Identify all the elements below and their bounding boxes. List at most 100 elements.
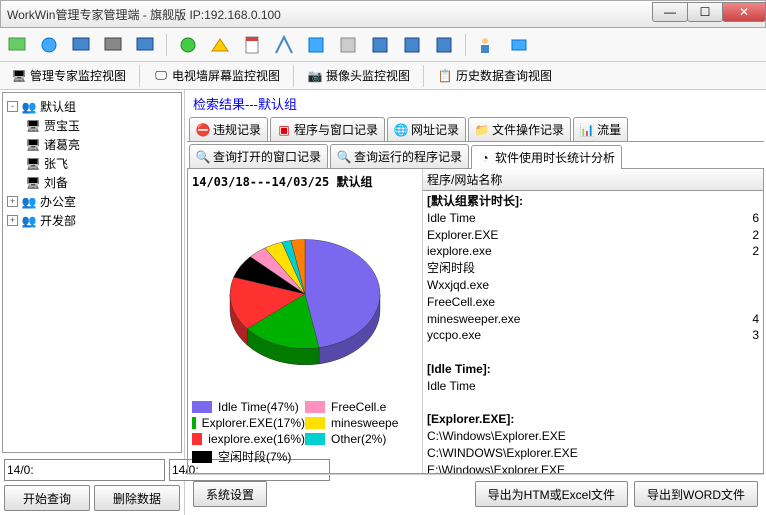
tab-url[interactable]: 🌐 网址记录 — [387, 117, 466, 141]
list-item[interactable]: Idle Time — [427, 378, 759, 395]
date-from-input[interactable] — [4, 459, 165, 481]
export-htm-excel-button[interactable]: 导出为HTM或Excel文件 — [475, 481, 628, 507]
toolbar-icon-2[interactable] — [36, 32, 62, 58]
tree-node-group[interactable]: + 👥 办公室 — [7, 192, 177, 211]
subtab-usage-stats[interactable]: ◔ 软件使用时长统计分析 — [471, 145, 622, 169]
list-item[interactable]: Wxxjqd.exe — [427, 277, 759, 294]
tab-label: 查询打开的窗口记录 — [213, 148, 321, 165]
list-item[interactable]: Explorer.EXE2 — [427, 227, 759, 244]
monitor-icon: 🖥 — [11, 68, 27, 84]
start-query-button[interactable]: 开始查询 — [4, 485, 90, 511]
expand-icon[interactable]: + — [7, 196, 18, 207]
titlebar: WorkWin管理专家管理端 - 旗舰版 IP:192.168.0.100 — … — [0, 0, 766, 28]
list-body[interactable]: [默认组累计时长]:Idle Time6Explorer.EXE2iexplor… — [423, 191, 763, 473]
legend-item: minesweepe — [305, 416, 418, 430]
chart-column: 14/03/18---14/03/25 默认组 Idle Time(47%)Fr… — [188, 169, 423, 473]
list-section-header: [Explorer.EXE]: — [427, 411, 759, 428]
toolbar-icon-11[interactable] — [335, 32, 361, 58]
pie-icon: ◔ — [478, 151, 492, 165]
toolbar-icon-15[interactable] — [474, 32, 500, 58]
toolbar-icon-8[interactable] — [239, 32, 265, 58]
legend-item: 空闲时段(7%) — [192, 448, 305, 465]
subtab-program-records[interactable]: 🔍 查询运行的程序记录 — [330, 144, 469, 168]
tree-node-user[interactable]: 🖥 张飞 — [25, 154, 177, 173]
toolbar-icon-12[interactable] — [367, 32, 393, 58]
window-icon: ▣ — [277, 123, 291, 137]
legend-item: Other(2%) — [305, 432, 418, 446]
minimize-button[interactable]: — — [652, 2, 688, 22]
legend-swatch — [305, 433, 325, 445]
list-section-header: [默认组累计时长]: — [427, 193, 759, 210]
toolbar-icon-10[interactable] — [303, 32, 329, 58]
toolbar-icon-4[interactable] — [100, 32, 126, 58]
tree-label: 办公室 — [40, 193, 76, 210]
tree-node-group[interactable]: + 👥 开发部 — [7, 211, 177, 230]
toolbar-icon-16[interactable] — [506, 32, 532, 58]
legend-item: FreeCell.e — [305, 400, 418, 414]
tree-node-user[interactable]: 🖥 刘备 — [25, 173, 177, 192]
toolbar-icon-13[interactable] — [399, 32, 425, 58]
tab-label: 流量 — [597, 121, 621, 138]
group-icon: 👥 — [21, 99, 37, 115]
view-tab-monitor[interactable]: 🖥 管理专家监控视图 — [4, 64, 133, 87]
subtab-window-records[interactable]: 🔍 查询打开的窗口记录 — [189, 144, 328, 168]
list-item[interactable]: minesweeper.exe4 — [427, 311, 759, 328]
tab-label: 违规记录 — [213, 121, 261, 138]
view-tab-history[interactable]: 📋 历史数据查询视图 — [430, 64, 559, 87]
search-result-header: 检索结果---默认组 — [187, 92, 764, 115]
close-button[interactable]: ✕ — [722, 2, 766, 22]
tree-node-root[interactable]: - 👥 默认组 — [7, 97, 177, 116]
legend-label: Other(2%) — [331, 432, 386, 446]
group-tree[interactable]: - 👥 默认组 🖥 贾宝玉 🖥 诸葛亮 🖥 张飞 🖥 — [2, 92, 182, 453]
chart-title: 14/03/18---14/03/25 默认组 — [188, 169, 422, 194]
toolbar-icon-6[interactable] — [175, 32, 201, 58]
toolbar-icon-7[interactable] — [207, 32, 233, 58]
record-tabs: ⛔ 违规记录 ▣ 程序与窗口记录 🌐 网址记录 📁 文件操作记录 📊 流量 — [187, 115, 764, 142]
maximize-button[interactable]: ☐ — [687, 2, 723, 22]
list-item[interactable]: E:\Windows\Explorer.EXE — [427, 462, 759, 473]
camera-icon: 📷 — [307, 68, 323, 84]
legend-label: iexplore.exe(16%) — [208, 432, 305, 446]
list-item[interactable]: Idle Time6 — [427, 210, 759, 227]
tree-node-user[interactable]: 🖥 诸葛亮 — [25, 135, 177, 154]
tab-file-ops[interactable]: 📁 文件操作记录 — [468, 117, 571, 141]
tab-label: 查询运行的程序记录 — [354, 148, 462, 165]
chart-icon: 📊 — [580, 123, 594, 137]
list-item[interactable]: yccpo.exe3 — [427, 327, 759, 344]
legend-label: Explorer.EXE(17%) — [202, 416, 305, 430]
tab-label: 摄像头监控视图 — [326, 67, 410, 84]
delete-data-button[interactable]: 删除数据 — [94, 485, 180, 511]
list-item[interactable]: C:\Windows\Explorer.EXE — [427, 428, 759, 445]
expand-icon[interactable]: + — [7, 215, 18, 226]
export-word-button[interactable]: 导出到WORD文件 — [634, 481, 758, 507]
pie-chart — [188, 194, 422, 394]
view-tab-camera[interactable]: 📷 摄像头监控视图 — [300, 64, 417, 87]
toolbar-icon-5[interactable] — [132, 32, 158, 58]
tab-violation[interactable]: ⛔ 违规记录 — [189, 117, 268, 141]
footer-buttons: 系统设置 导出为HTM或Excel文件 导出到WORD文件 — [187, 474, 764, 513]
toolbar-icon-14[interactable] — [431, 32, 457, 58]
toolbar-icon-3[interactable] — [68, 32, 94, 58]
list-section-header: [Idle Time]: — [427, 361, 759, 378]
expand-icon[interactable]: - — [7, 101, 18, 112]
view-tab-tvwall[interactable]: 🖵 电视墙屏幕监控视图 — [146, 64, 287, 87]
tab-label: 网址记录 — [411, 121, 459, 138]
computer-icon: 🖥 — [25, 175, 41, 191]
toolbar-icon-1[interactable] — [4, 32, 30, 58]
list-item[interactable]: iexplore.exe2 — [427, 243, 759, 260]
toolbar-icon-9[interactable] — [271, 32, 297, 58]
computer-icon: 🖥 — [25, 137, 41, 153]
tab-label: 管理专家监控视图 — [30, 67, 126, 84]
legend-swatch — [305, 401, 325, 413]
tvwall-icon: 🖵 — [153, 68, 169, 84]
system-settings-button[interactable]: 系统设置 — [193, 481, 267, 507]
list-item[interactable]: C:\WINDOWS\Explorer.EXE — [427, 445, 759, 462]
tab-program-window[interactable]: ▣ 程序与窗口记录 — [270, 117, 385, 141]
tree-node-user[interactable]: 🖥 贾宝玉 — [25, 116, 177, 135]
tab-traffic[interactable]: 📊 流量 — [573, 117, 628, 141]
list-item[interactable]: FreeCell.exe — [427, 294, 759, 311]
list-item[interactable]: 空闲时段 — [427, 260, 759, 277]
tree-label: 张飞 — [44, 155, 68, 172]
tab-label: 电视墙屏幕监控视图 — [172, 67, 280, 84]
legend-item: Idle Time(47%) — [192, 400, 305, 414]
